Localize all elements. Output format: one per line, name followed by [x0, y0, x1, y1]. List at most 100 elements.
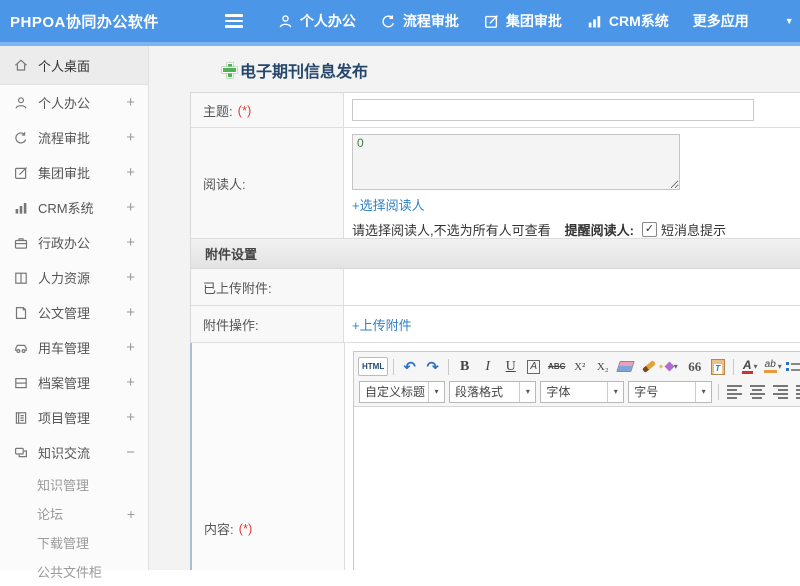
toolbar-separator: [733, 358, 735, 375]
sidebar-subitem-knowledge-mgmt[interactable]: 知识管理: [0, 470, 148, 499]
nav-crm-system[interactable]: CRM系统: [586, 11, 669, 31]
editor-content-area[interactable]: [354, 407, 800, 570]
bar-chart-icon: [13, 200, 29, 216]
process-icon: [13, 130, 29, 146]
sidebar-item-knowledge-exchange[interactable]: 知识交流 −: [0, 435, 148, 470]
select-readers-link[interactable]: +选择阅读人: [352, 195, 425, 214]
sidebar-item-vehicle-mgmt[interactable]: 用车管理 +: [0, 330, 148, 365]
required-mark: (*): [238, 521, 253, 536]
underline-button[interactable]: U: [500, 356, 521, 377]
nav-label: CRM系统: [608, 13, 669, 29]
font-color-button[interactable]: A ▾: [739, 356, 760, 377]
nav-label: 个人办公: [299, 13, 356, 29]
expand-toggle[interactable]: +: [126, 374, 135, 391]
font-family-select[interactable]: 字体 ▾: [540, 380, 625, 403]
nav-personal-office[interactable]: 个人办公: [277, 11, 356, 31]
sidebar-item-personal-desktop[interactable]: 个人桌面: [0, 46, 148, 85]
chat-bubbles-icon: [13, 445, 29, 461]
sidebar-item-hr[interactable]: 人力资源 +: [0, 260, 148, 295]
expand-toggle[interactable]: +: [126, 129, 135, 146]
sidebar-item-project-mgmt[interactable]: 项目管理 +: [0, 400, 148, 435]
redo-button[interactable]: ↷: [422, 356, 443, 377]
editor-toolbar: HTML ↶ ↷ B I U A ABC X² X₂ ▾ 66 T A ▾ ab…: [354, 352, 800, 407]
uploaded-attachments-label: 已上传附件:: [191, 269, 344, 305]
nav-label: 流程审批: [402, 13, 459, 29]
sidebar-item-process-approval[interactable]: 流程审批 +: [0, 120, 148, 155]
table-row-uploaded-attachments: 已上传附件:: [191, 269, 800, 306]
nav-label: 集团审批: [505, 13, 562, 29]
expand-toggle[interactable]: +: [126, 94, 135, 111]
sidebar-item-archive-mgmt[interactable]: 档案管理 +: [0, 365, 148, 400]
sidebar-item-crm[interactable]: CRM系统 +: [0, 190, 148, 225]
paste-as-text-button[interactable]: T: [707, 356, 728, 377]
font-size-select[interactable]: 字号 ▾: [628, 380, 713, 403]
paragraph-format-select[interactable]: 段落格式 ▾: [449, 380, 537, 403]
align-center-button[interactable]: [747, 381, 768, 402]
readers-textarea[interactable]: 0: [352, 134, 680, 190]
car-icon: [13, 340, 29, 356]
sidebar-item-label: 个人办公: [38, 96, 91, 111]
heading-select[interactable]: 自定义标题 ▾: [359, 380, 445, 403]
undo-button[interactable]: ↶: [399, 356, 420, 377]
nav-more-apps[interactable]: 更多应用: [693, 11, 749, 31]
expand-toggle[interactable]: +: [126, 269, 135, 286]
hamburger-menu-icon[interactable]: [224, 14, 243, 28]
chevron-down-icon: ▾: [428, 381, 444, 402]
autotypeset-button[interactable]: ▾: [661, 356, 682, 377]
bold-button[interactable]: B: [454, 356, 475, 377]
sidebar-item-label: 个人桌面: [38, 58, 91, 74]
align-left-button[interactable]: [724, 381, 745, 402]
page-title: 电子期刊信息发布: [223, 60, 800, 81]
expand-toggle[interactable]: +: [127, 506, 135, 522]
top-navigation: 个人办公 流程审批 集团审批 CRM系统 更多应用 ▼: [277, 11, 794, 31]
expand-toggle[interactable]: +: [126, 339, 135, 356]
sidebar-subitem-label: 知识管理: [37, 478, 90, 493]
expand-toggle[interactable]: +: [126, 234, 135, 251]
highlight-color-button[interactable]: ab ▾: [762, 356, 783, 377]
expand-toggle[interactable]: +: [126, 409, 135, 426]
sidebar-item-label: 项目管理: [38, 411, 91, 426]
table-row-attachment-operation: 附件操作: +上传附件: [191, 306, 800, 343]
sidebar-subitem-label: 下载管理: [37, 536, 90, 551]
superscript-button[interactable]: X²: [569, 356, 590, 377]
subscript-button[interactable]: X₂: [592, 356, 613, 377]
html-source-button[interactable]: HTML: [358, 357, 389, 376]
blockquote-button[interactable]: 66: [684, 356, 705, 377]
magic-wand-icon: [664, 361, 675, 372]
ordered-list-button[interactable]: ▾: [785, 356, 800, 377]
briefcase-icon: [13, 235, 29, 251]
expand-toggle[interactable]: +: [126, 304, 135, 321]
sidebar-item-admin-office[interactable]: 行政办公 +: [0, 225, 148, 260]
eraser-button[interactable]: [615, 356, 636, 377]
align-right-button[interactable]: [770, 381, 791, 402]
required-mark: (*): [237, 102, 252, 118]
sidebar-subitem-forum[interactable]: 论坛 +: [0, 499, 148, 528]
document-icon: [13, 305, 29, 321]
sidebar-subitem-public-file-cabinet[interactable]: 公共文件柜: [0, 557, 148, 586]
expand-toggle[interactable]: +: [126, 199, 135, 216]
nav-process-approval[interactable]: 流程审批: [380, 11, 459, 31]
sidebar-item-label: 集团审批: [38, 166, 91, 181]
sidebar-item-document-mgmt[interactable]: 公文管理 +: [0, 295, 148, 330]
sidebar-item-personal-office[interactable]: 个人办公 +: [0, 85, 148, 120]
chevron-down-icon: ▾: [695, 381, 711, 402]
chevron-down-icon[interactable]: ▼: [785, 16, 794, 26]
format-brush-button[interactable]: [638, 356, 659, 377]
user-icon: [13, 95, 29, 111]
chevron-down-icon: ▾: [519, 381, 535, 402]
collapse-toggle[interactable]: −: [126, 444, 135, 461]
align-justify-button[interactable]: [793, 381, 800, 402]
sms-checkbox[interactable]: ✓: [641, 222, 657, 237]
subject-input[interactable]: [352, 99, 754, 121]
expand-toggle[interactable]: +: [126, 164, 135, 181]
font-style-button[interactable]: A: [523, 356, 544, 377]
upload-attachment-link[interactable]: +上传附件: [352, 315, 412, 334]
nav-group-approval[interactable]: 集团审批: [483, 11, 562, 31]
sidebar-item-group-approval[interactable]: 集团审批 +: [0, 155, 148, 190]
align-left-icon: [726, 384, 742, 399]
sidebar: 个人桌面 个人办公 + 流程审批 + 集团审批 + CRM系统 + 行政办公 +…: [0, 46, 149, 580]
sidebar-item-label: 人力资源: [38, 271, 91, 286]
sidebar-subitem-download-mgmt[interactable]: 下载管理: [0, 528, 148, 557]
italic-button[interactable]: I: [477, 356, 498, 377]
strikethrough-button[interactable]: ABC: [546, 356, 567, 377]
